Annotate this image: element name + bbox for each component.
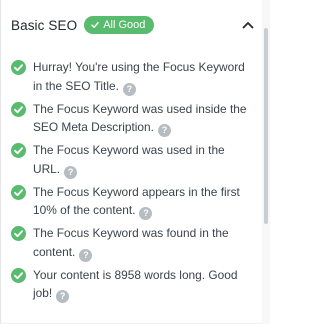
check-item: The Focus Keyword was used in the URL.? (1, 141, 263, 179)
check-list: Hurray! You're using the Focus Keyword i… (1, 58, 263, 303)
help-icon[interactable]: ? (157, 124, 171, 137)
check-item-text: The Focus Keyword was used in the URL. (33, 143, 225, 176)
status-badge: All Good (84, 16, 155, 34)
check-circle-icon (11, 226, 26, 241)
help-icon[interactable]: ? (64, 165, 78, 179)
status-badge-label: All Good (103, 19, 146, 31)
check-circle-icon (11, 143, 26, 158)
check-item-text: The Focus Keyword appears in the first 1… (33, 184, 240, 218)
check-circle-icon (11, 184, 26, 200)
check-item: Hurray! You're using the Focus Keyword i… (1, 58, 263, 96)
help-icon[interactable]: ? (122, 82, 136, 96)
collapse-toggle-button[interactable] (240, 17, 256, 33)
scrollbar[interactable] (262, 0, 270, 324)
chevron-up-icon (242, 16, 254, 34)
check-circle-icon (11, 60, 26, 75)
check-item-text: Hurray! You're using the Focus Keyword i… (33, 60, 245, 93)
check-item: The Focus Keyword appears in the first 1… (1, 183, 263, 220)
help-icon[interactable]: ? (139, 207, 153, 220)
scrollbar-thumb[interactable] (264, 28, 268, 224)
check-item-text: The Focus Keyword was used inside the SE… (33, 101, 247, 135)
check-circle-icon (11, 101, 26, 117)
basic-seo-panel: Basic SEO All Good Hurray! You're using … (0, 0, 270, 324)
help-icon[interactable]: ? (79, 248, 93, 262)
check-item: The Focus Keyword was used inside the SE… (1, 100, 263, 137)
section-title: Basic SEO (11, 17, 78, 33)
section-header[interactable]: Basic SEO All Good (1, 0, 263, 50)
check-item-text: The Focus Keyword was found in the conte… (33, 226, 229, 259)
check-circle-icon (11, 267, 26, 283)
check-item: The Focus Keyword was found in the conte… (1, 224, 263, 262)
check-item: Your content is 8958 words long. Good jo… (1, 266, 263, 303)
help-icon[interactable]: ? (56, 290, 70, 303)
check-icon (91, 21, 99, 29)
